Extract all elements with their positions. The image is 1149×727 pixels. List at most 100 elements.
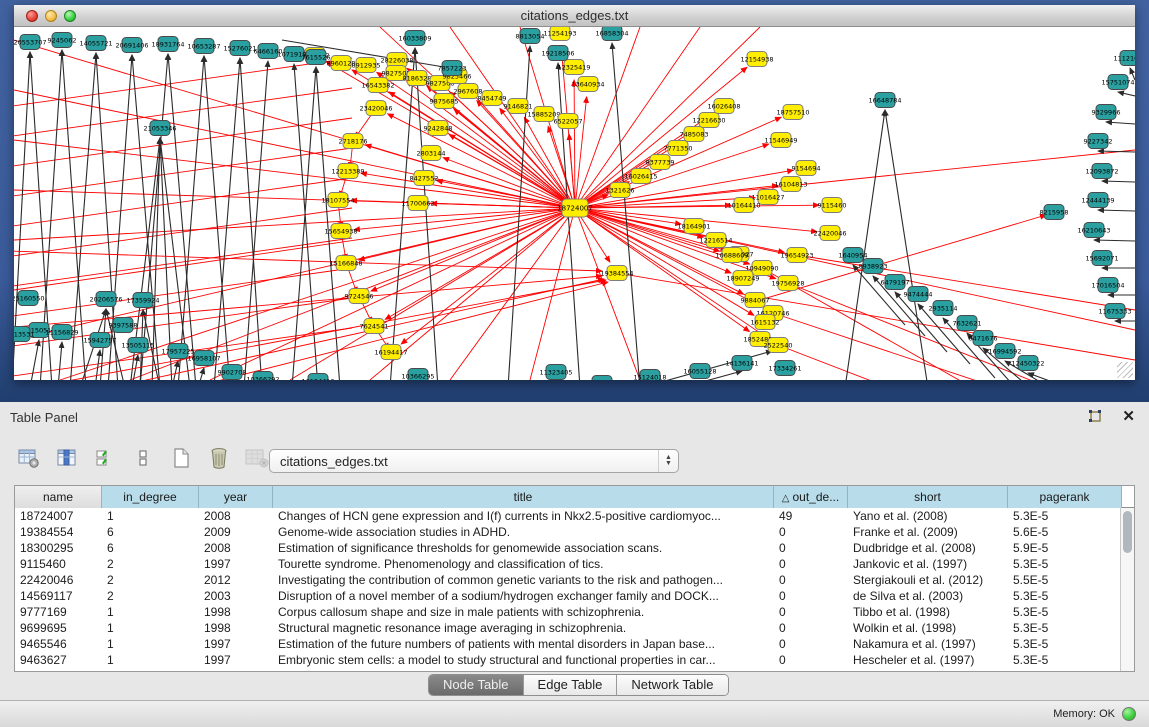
network-canvas[interactable]: 7163822896012889129352822603898275051654… [14,27,1135,380]
graph-node-teal[interactable]: 19218506 [541,46,574,61]
table-cell[interactable]: Nakamura et al. (1997) [848,636,1008,652]
tab-edge-table[interactable]: Edge Table [524,675,618,695]
table-cell[interactable]: Franke et al. (2009) [848,524,1008,540]
table-cell[interactable]: 2 [102,572,199,588]
table-cell[interactable]: 5.5E-5 [1008,572,1122,588]
table-cell[interactable]: 0 [774,572,848,588]
tab-network-table[interactable]: Network Table [617,675,727,695]
graph-node-teal[interactable]: 12444139 [1081,193,1114,208]
graph-node-teal[interactable]: 16033809 [398,31,431,46]
table-row[interactable]: 2242004622012Investigating the contribut… [15,572,1134,588]
table-cell[interactable]: 0 [774,540,848,556]
graph-node-teal[interactable]: 7857223 [438,61,467,76]
graph-node-yellow[interactable]: 9724546 [345,289,374,304]
table-cell[interactable]: Changes of HCN gene expression and I(f) … [273,508,774,524]
table-cell[interactable]: 6 [102,524,199,540]
graph-node-teal[interactable]: 16210643 [1077,223,1110,238]
table-cell[interactable]: Investigating the contribution of common… [273,572,774,588]
graph-node-teal[interactable]: 9902708 [218,365,247,380]
table-cell[interactable]: 5.3E-5 [1008,508,1122,524]
float-panel-icon[interactable] [1087,409,1103,425]
graph-node-yellow[interactable]: 22420046 [813,226,846,241]
graph-node-yellow[interactable]: 1615132 [751,315,780,330]
table-cell[interactable]: 5.3E-5 [1008,604,1122,620]
table-cell[interactable]: 49 [774,508,848,524]
graph-node-yellow[interactable]: 12216630 [692,113,725,128]
graph-node-yellow[interactable]: 1321626 [606,183,635,198]
table-cell[interactable]: Tourette syndrome. Phenomenology and cla… [273,556,774,572]
graph-node-teal[interactable]: 10366295 [401,369,434,381]
graph-node-yellow[interactable]: 9884067 [741,293,770,308]
graph-node-teal[interactable]: 16055128 [683,364,716,379]
table-cell[interactable]: 0 [774,524,848,540]
graph-node-yellow[interactable]: 9115460 [818,198,847,213]
table-vertical-scrollbar[interactable] [1120,508,1134,671]
graph-node-yellow[interactable]: 16026408 [707,99,740,114]
graph-node-teal[interactable]: 9245062 [48,33,77,48]
graph-node-teal[interactable]: 6479197 [881,275,910,290]
graph-node-yellow[interactable]: 11546949 [764,133,797,148]
column-header-pagerank[interactable]: pagerank [1008,486,1122,508]
table-row[interactable]: 1830029562008Estimation of significance … [15,540,1134,556]
tab-node-table[interactable]: Node Table [429,675,524,695]
table-cell[interactable]: 5.3E-5 [1008,588,1122,604]
table-cell[interactable]: Disruption of a novel member of a sodium… [273,588,774,604]
table-cell[interactable]: 1997 [199,556,273,572]
table-cell[interactable]: 2008 [199,508,273,524]
graph-node-yellow[interactable]: 2803144 [417,146,446,161]
table-cell[interactable]: 22420046 [15,572,102,588]
unselect-all-button[interactable] [128,444,158,472]
table-cell[interactable]: Wolkin et al. (1998) [848,620,1008,636]
delete-column-button[interactable] [204,444,234,472]
graph-node-teal[interactable]: 12239461 [585,376,618,381]
graph-node-yellow[interactable]: 18724007 [557,199,593,217]
close-panel-icon[interactable]: ✕ [1122,407,1135,425]
graph-node-teal[interactable]: 9329966 [1092,105,1121,120]
graph-node-yellow[interactable]: 23420046 [359,101,392,116]
table-cell[interactable]: Jankovic et al. (1997) [848,556,1008,572]
graph-node-yellow[interactable]: 8454749 [478,91,507,106]
graph-node-yellow[interactable]: 9242848 [424,121,453,136]
table-cell[interactable]: Dudbridge et al. (2008) [848,540,1008,556]
graph-node-yellow[interactable]: 9154694 [792,161,821,176]
graph-node-teal[interactable]: 17016504 [1091,278,1124,293]
table-cell[interactable]: 1997 [199,636,273,652]
table-cell[interactable]: 18300295 [15,540,102,556]
graph-node-yellow[interactable]: 16104813 [774,177,807,192]
table-cell[interactable]: 1 [102,620,199,636]
graph-node-yellow[interactable]: 12216514 [699,233,732,248]
graph-node-teal[interactable]: 8938923 [859,259,888,274]
graph-node-teal[interactable]: 16858304 [595,27,628,41]
table-selector-dropdown[interactable]: citations_edges.txt ▲▼ [269,449,679,473]
table-cell[interactable]: Genome-wide association studies in ADHD. [273,524,774,540]
graph-node-teal[interactable]: 14055721 [79,36,112,51]
graph-node-yellow[interactable]: 11700662 [401,196,434,211]
graph-node-yellow[interactable]: 8912935 [352,58,381,73]
scrollbar-thumb[interactable] [1123,511,1132,553]
table-cell[interactable]: 5.3E-5 [1008,620,1122,636]
table-cell[interactable]: 2003 [199,588,273,604]
graph-node-yellow[interactable]: 2718176 [339,134,368,149]
graph-node-yellow[interactable]: 7485083 [680,127,709,142]
table-cell[interactable]: 9777169 [15,604,102,620]
table-cell[interactable]: 2 [102,556,199,572]
table-cell[interactable]: 5.3E-5 [1008,652,1122,668]
graph-node-teal[interactable]: 20553707 [14,35,47,50]
table-cell[interactable]: 1 [102,508,199,524]
graph-node-teal[interactable]: 10653287 [187,39,220,54]
table-row[interactable]: 946554611997Estimation of the future num… [15,636,1134,652]
graph-node-teal[interactable]: 18931764 [151,37,184,52]
table-cell[interactable]: 5.9E-5 [1008,540,1122,556]
table-cell[interactable]: 9465546 [15,636,102,652]
graph-node-teal[interactable]: 14136141 [725,356,758,371]
column-header-name[interactable]: name [15,486,102,508]
network-window-titlebar[interactable]: citations_edges.txt [14,5,1135,27]
table-cell[interactable]: Structural magnetic resonance image aver… [273,620,774,636]
table-cell[interactable]: 18724007 [15,508,102,524]
table-cell[interactable]: 0 [774,588,848,604]
column-header-title[interactable]: title [273,486,774,508]
graph-node-teal[interactable]: 25160550 [14,291,45,306]
graph-node-yellow[interactable]: 7624541 [360,319,389,334]
table-cell[interactable]: 5.3E-5 [1008,636,1122,652]
graph-node-yellow[interactable]: 7771350 [664,141,693,156]
